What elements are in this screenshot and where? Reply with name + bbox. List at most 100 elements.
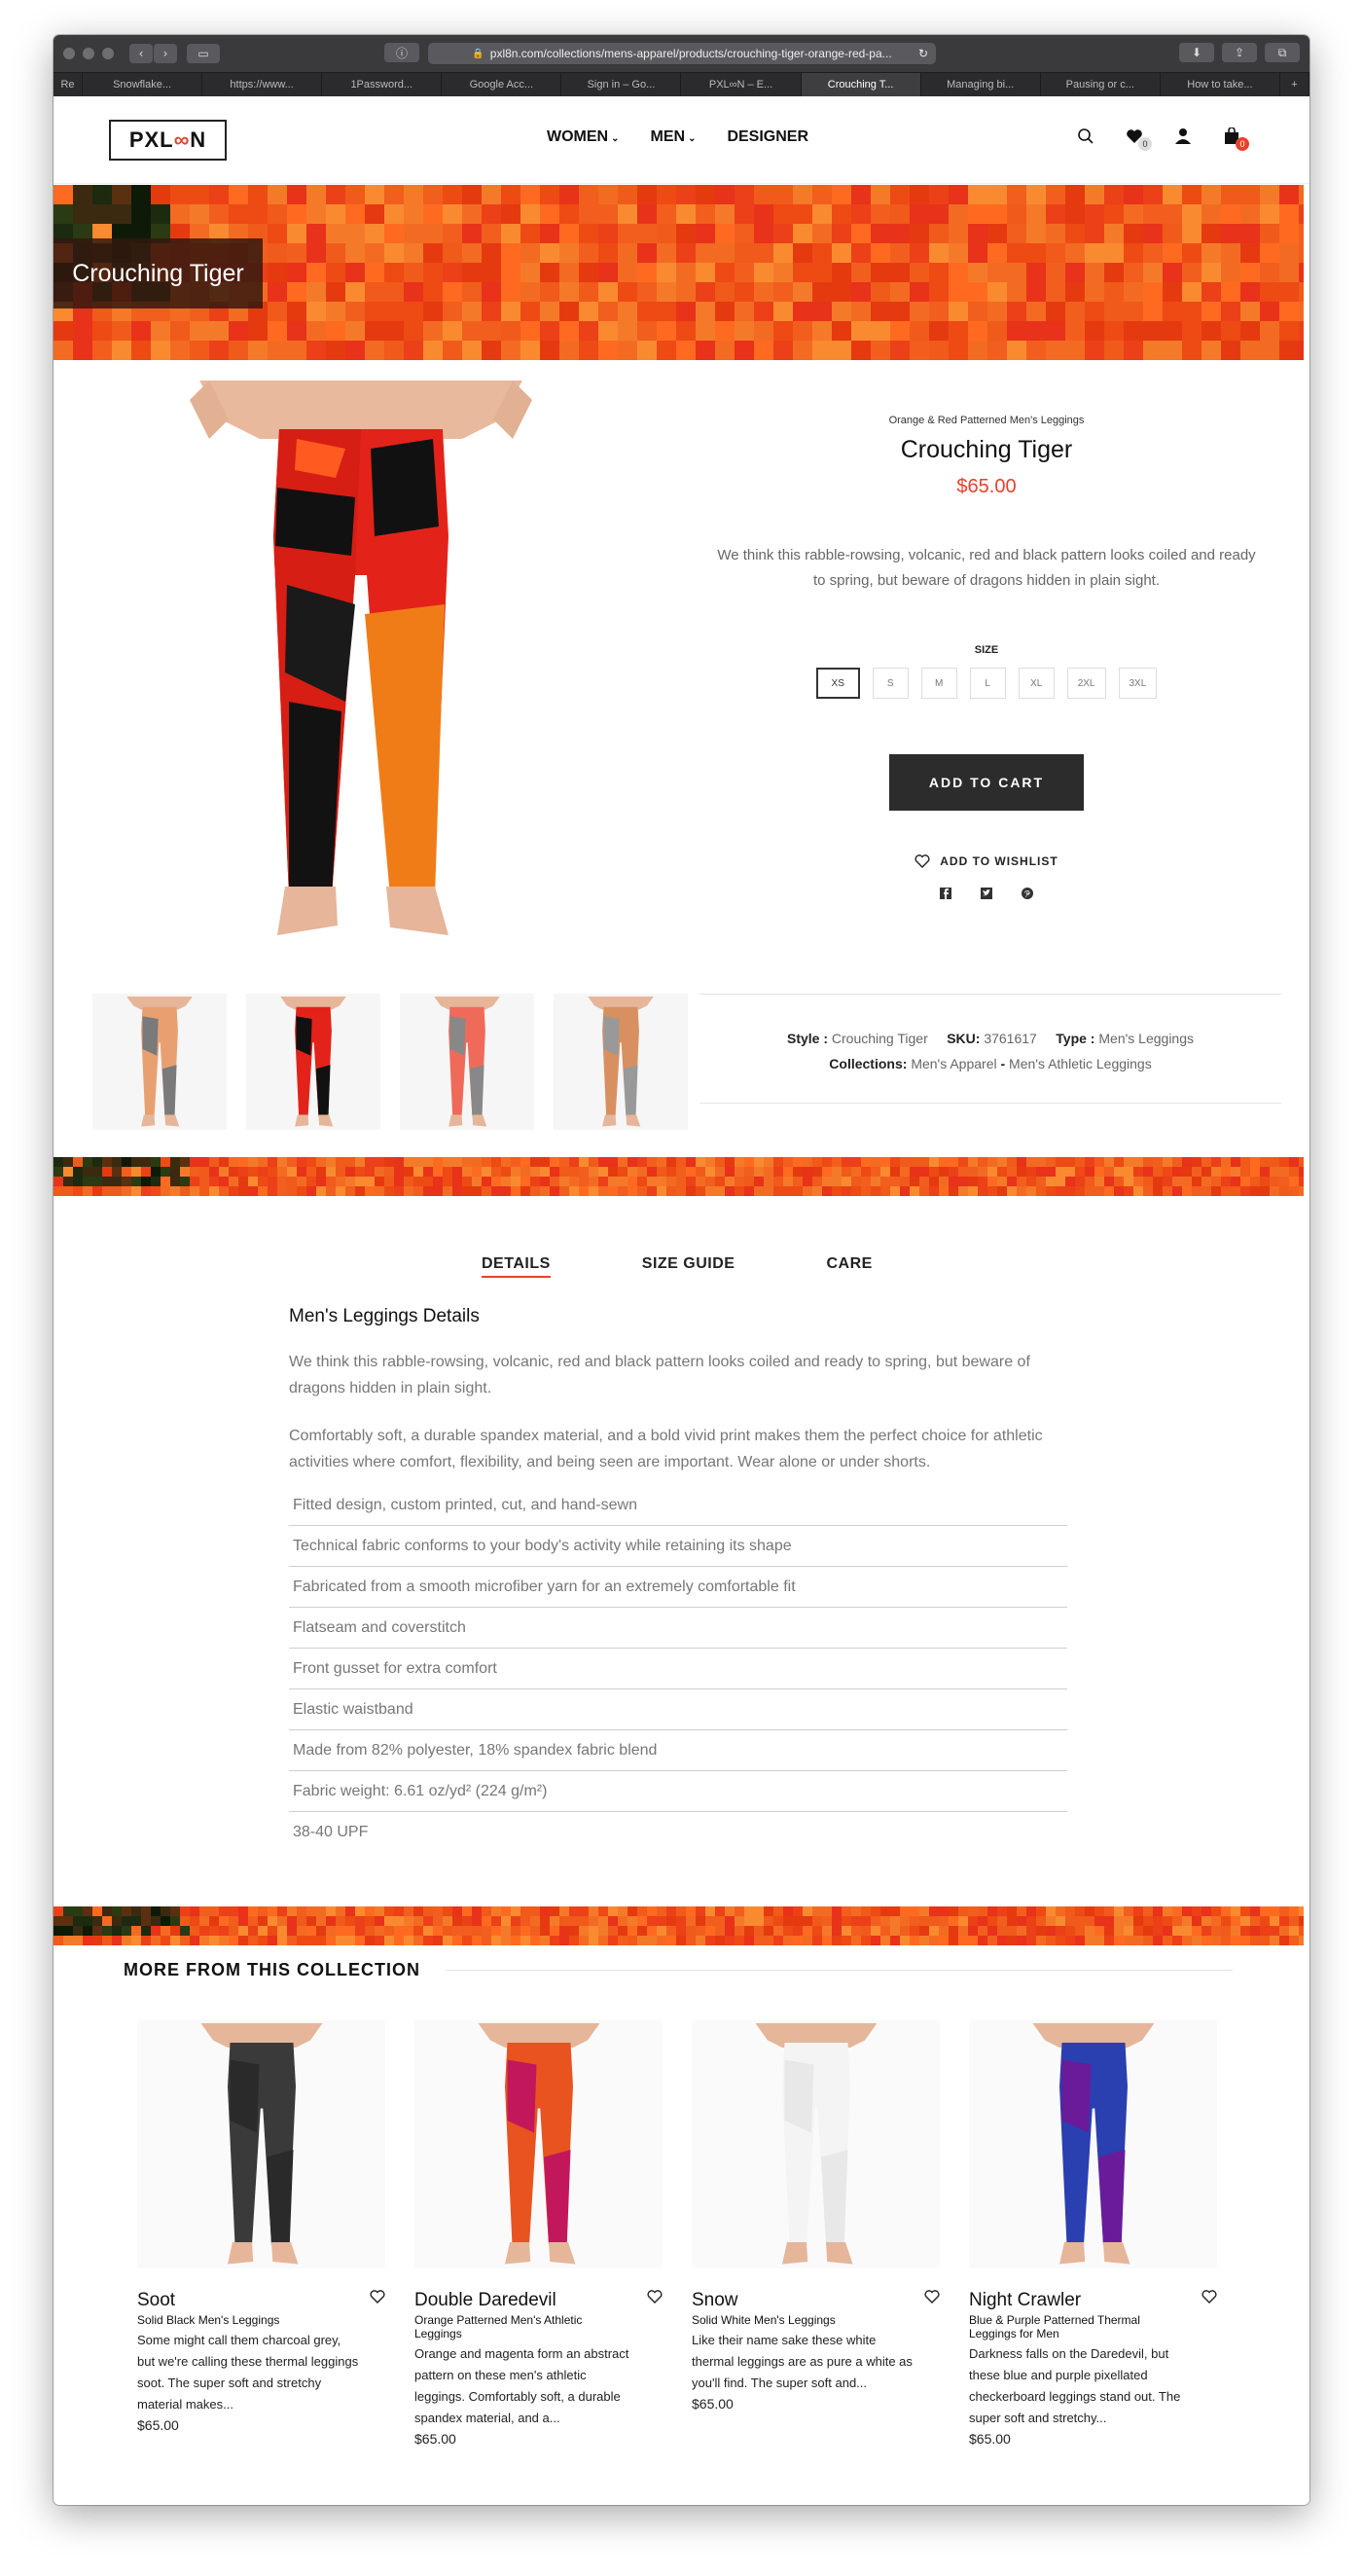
collection-card-title[interactable]: Double Daredevil bbox=[414, 2290, 663, 2311]
main-nav: WOMEN ⌄ MEN ⌄ DESIGNER bbox=[547, 128, 808, 146]
hero-title: Crouching Tiger bbox=[54, 238, 263, 308]
size-option[interactable]: S bbox=[872, 668, 909, 699]
browser-tab[interactable]: Managing bi... bbox=[921, 73, 1041, 96]
tab-care[interactable]: CARE bbox=[826, 1255, 872, 1278]
collection-link-athletic-leggings[interactable]: Men's Athletic Leggings bbox=[1009, 1056, 1152, 1071]
nav-designer-label: DESIGNER bbox=[727, 128, 809, 145]
collection-link-mens-apparel[interactable]: Men's Apparel bbox=[911, 1056, 996, 1071]
type-label: Type : bbox=[1056, 1031, 1095, 1046]
collection-heading-rule bbox=[445, 1970, 1233, 1971]
tabs-overview-icon[interactable]: ⧉ bbox=[1265, 43, 1300, 62]
collection-card[interactable]: Night Crawler Blue & Purple Patterned The… bbox=[969, 2020, 1217, 2447]
product-thumbnail[interactable] bbox=[92, 994, 227, 1130]
heart-icon[interactable] bbox=[1202, 2290, 1217, 2308]
browser-tab[interactable]: 1Password... bbox=[322, 73, 443, 96]
window-controls bbox=[63, 48, 114, 59]
product-thumbnail[interactable] bbox=[246, 994, 380, 1130]
collection-card[interactable]: Snow Solid White Men's Leggings Like their… bbox=[692, 2020, 940, 2447]
collection-card-image[interactable] bbox=[137, 2020, 385, 2268]
collection-card-image[interactable] bbox=[414, 2020, 663, 2268]
pattern-strip-1 bbox=[54, 1157, 1304, 1196]
info-icon[interactable]: ⓘ bbox=[384, 43, 419, 62]
reload-icon[interactable]: ↻ bbox=[918, 47, 928, 60]
collection-card-title[interactable]: Night Crawler bbox=[969, 2290, 1217, 2311]
cart-bag-icon[interactable]: 0 bbox=[1222, 126, 1249, 151]
download-icon[interactable]: ⬇ bbox=[1179, 43, 1214, 62]
collection-card-price: $65.00 bbox=[137, 2417, 179, 2433]
collection-card-subtitle: Blue & Purple Patterned Thermal Leggings… bbox=[969, 2313, 1140, 2340]
sidebar-icon[interactable]: ▭ bbox=[187, 44, 220, 63]
collection-card[interactable]: Double Daredevil Orange Patterned Men's A… bbox=[414, 2020, 663, 2447]
collection-header: MORE FROM THIS COLLECTION bbox=[124, 1960, 1233, 1980]
collections-label: Collections: bbox=[829, 1056, 908, 1071]
account-icon[interactable] bbox=[1173, 126, 1193, 147]
zoom-window-button[interactable] bbox=[102, 48, 114, 59]
style-value: Crouching Tiger bbox=[831, 1031, 928, 1046]
tab-size-guide[interactable]: SIZE GUIDE bbox=[642, 1255, 735, 1278]
address-bar[interactable]: 🔒 pxl8n.com/collections/mens-apparel/pro… bbox=[428, 43, 936, 64]
product-info: Orange & Red Patterned Men's Leggings Cr… bbox=[699, 415, 1273, 902]
new-tab-button[interactable]: + bbox=[1280, 73, 1309, 96]
facebook-icon[interactable] bbox=[940, 888, 951, 902]
size-option[interactable]: M bbox=[920, 668, 957, 699]
size-option[interactable]: XS bbox=[815, 668, 860, 699]
back-icon[interactable]: ‹ bbox=[129, 44, 153, 63]
browser-tab[interactable]: How to take... bbox=[1161, 73, 1280, 96]
minimize-window-button[interactable] bbox=[83, 48, 94, 59]
wishlist-label: ADD TO WISHLIST bbox=[940, 854, 1058, 868]
browser-tab[interactable]: https://www... bbox=[202, 73, 323, 96]
browser-tab[interactable]: Sign in – Go... bbox=[561, 73, 682, 96]
browser-window: ‹ › ▭ ⓘ 🔒 pxl8n.com/collections/mens-app… bbox=[54, 35, 1309, 2505]
share-icon[interactable]: ⇪ bbox=[1222, 43, 1257, 62]
product-thumbnail[interactable] bbox=[400, 994, 534, 1130]
size-option[interactable]: 3XL bbox=[1118, 668, 1158, 699]
feature-list: Fitted design, custom printed, cut, and … bbox=[289, 1485, 1067, 1853]
size-option[interactable]: 2XL bbox=[1066, 668, 1106, 699]
size-selector: XS S M L XL 2XL 3XL bbox=[699, 668, 1273, 699]
close-window-button[interactable] bbox=[63, 48, 75, 59]
size-option[interactable]: L bbox=[969, 668, 1006, 699]
collection-card-title[interactable]: Soot bbox=[137, 2290, 385, 2311]
style-label: Style : bbox=[787, 1031, 829, 1046]
wishlist-heart-icon[interactable]: 0 bbox=[1125, 126, 1152, 151]
pinterest-icon[interactable] bbox=[1022, 888, 1033, 902]
heart-icon[interactable] bbox=[370, 2290, 385, 2308]
heart-icon[interactable] bbox=[924, 2290, 940, 2308]
nav-men[interactable]: MEN ⌄ bbox=[651, 128, 697, 146]
collection-card-image[interactable] bbox=[692, 2020, 940, 2268]
search-icon[interactable] bbox=[1076, 126, 1095, 147]
main-product-image[interactable] bbox=[170, 381, 552, 945]
browser-tab[interactable]: Re bbox=[54, 73, 83, 96]
toolbar-right-buttons: ⬇ ⇪ ⧉ bbox=[1179, 43, 1300, 62]
browser-tab[interactable]: Google Acc... bbox=[442, 73, 562, 96]
site-logo[interactable]: PXL ∞ N bbox=[109, 120, 227, 161]
url-text: pxl8n.com/collections/mens-apparel/produ… bbox=[489, 47, 892, 60]
browser-tab[interactable]: Pausing or c... bbox=[1041, 73, 1161, 96]
browser-tab[interactable]: Crouching T... bbox=[801, 73, 921, 96]
collection-card[interactable]: Soot Solid Black Men's Leggings Some might… bbox=[137, 2020, 385, 2447]
chevron-down-icon: ⌄ bbox=[688, 133, 697, 144]
logo-text-left: PXL bbox=[128, 127, 174, 152]
add-to-cart-button[interactable]: ADD TO CART bbox=[889, 754, 1084, 811]
collection-card-image[interactable] bbox=[969, 2020, 1217, 2268]
size-option[interactable]: XL bbox=[1018, 668, 1055, 699]
add-to-wishlist-button[interactable]: ADD TO WISHLIST bbox=[699, 854, 1273, 868]
forward-icon[interactable]: › bbox=[154, 44, 177, 63]
browser-tab[interactable]: Snowflake... bbox=[83, 73, 203, 96]
collection-card-price: $65.00 bbox=[692, 2396, 734, 2412]
feature-item: Made from 82% polyester, 18% spandex fab… bbox=[289, 1730, 1067, 1771]
heart-icon[interactable] bbox=[647, 2290, 663, 2308]
feature-item: Front gusset for extra comfort bbox=[289, 1649, 1067, 1689]
browser-tab[interactable]: PXL∞N – E... bbox=[681, 73, 802, 96]
collection-card-title[interactable]: Snow bbox=[692, 2290, 940, 2311]
logo-infinity: ∞ bbox=[173, 127, 191, 152]
feature-item: Fabricated from a smooth microfiber yarn… bbox=[289, 1567, 1067, 1608]
tab-details[interactable]: DETAILS bbox=[482, 1255, 551, 1278]
type-value[interactable]: Men's Leggings bbox=[1098, 1031, 1194, 1046]
nav-women[interactable]: WOMEN ⌄ bbox=[547, 128, 620, 146]
feature-item: Elastic waistband bbox=[289, 1689, 1067, 1730]
nav-designer[interactable]: DESIGNER bbox=[727, 128, 808, 146]
twitter-icon[interactable] bbox=[981, 888, 992, 902]
thumbnail-legging bbox=[588, 996, 654, 1127]
product-thumbnail[interactable] bbox=[554, 994, 688, 1130]
